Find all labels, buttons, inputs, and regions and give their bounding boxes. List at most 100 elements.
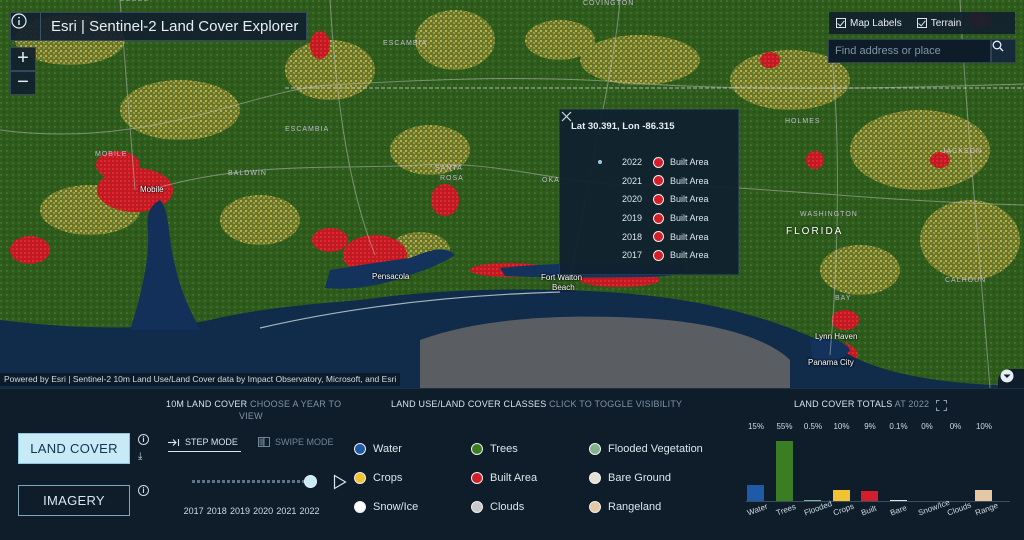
legend-rangeland[interactable]: Rangeland (589, 501, 661, 513)
zoom-in-button[interactable]: + (10, 47, 36, 71)
bar-built[interactable] (861, 491, 878, 501)
clouds-swatch-icon (471, 501, 483, 513)
legend-built-area[interactable]: Built Area (471, 472, 537, 484)
identify-popup: Lat 30.391, Lon -86.315 2022 Built Area … (559, 109, 739, 275)
year-tick[interactable]: 2021 (275, 506, 298, 516)
popup-year: 2019 (622, 213, 643, 224)
popup-year: 2020 (622, 194, 643, 205)
year-tick[interactable]: 2018 (205, 506, 228, 516)
year-tick[interactable]: 2019 (228, 506, 251, 516)
download-icon[interactable]: ⤓ (138, 451, 142, 462)
year-tick[interactable]: 2022 (298, 506, 321, 516)
city-mobile: Mobile (140, 185, 164, 194)
search-button[interactable] (991, 39, 1016, 63)
chart-baseline (746, 501, 1010, 502)
bare-ground-swatch-icon (589, 472, 601, 484)
crops-swatch-icon (354, 472, 366, 484)
bar-value-label: 0.1% (889, 422, 908, 431)
popup-class: Built Area (670, 175, 709, 186)
year-tick-labels: 2017 2018 2019 2020 2021 2022 (182, 506, 321, 516)
popup-row: 2017 Built Area (560, 246, 740, 265)
legend-clouds[interactable]: Clouds (471, 501, 524, 513)
chevron-down-icon (1000, 369, 1014, 383)
bar-value-label: 0% (921, 422, 933, 431)
legend-crops[interactable]: Crops (354, 472, 402, 484)
map-attribution: Powered by Esri | Sentinel-2 10m Land Us… (0, 373, 401, 386)
place-bay: BAY (835, 295, 852, 302)
legend-trees[interactable]: Trees (471, 443, 518, 455)
place-mobile-county: MOBILE (95, 151, 128, 158)
step-mode-tab[interactable]: STEP MODE (168, 437, 241, 452)
bar-bare[interactable] (889, 499, 907, 501)
bar-value-label: 55% (776, 422, 793, 431)
swipe-mode-tab[interactable]: SWIPE MODE (258, 437, 334, 447)
legend-bare-ground[interactable]: Bare Ground (589, 472, 671, 484)
bar-flooded[interactable] (804, 499, 821, 501)
year-section-label: 10M LAND COVER CHOOSE A YEAR TO (166, 399, 342, 409)
imagery-button[interactable]: IMAGERY (18, 485, 130, 516)
water-swatch-icon (354, 443, 366, 455)
land-cover-info-icon[interactable]: i (138, 434, 149, 445)
map-labels-toggle[interactable]: Map Labels (836, 18, 902, 29)
bar-category-label: Built (860, 503, 878, 518)
bar-category-label: Bare (888, 503, 908, 518)
imagery-info-icon[interactable]: i (138, 485, 149, 496)
selected-year-indicator (598, 160, 610, 165)
collapse-panel-button[interactable] (998, 369, 1024, 388)
popup-row: 2018 Built Area (560, 227, 740, 246)
place-baldwin: BALDWIN (228, 170, 267, 177)
bar-category-label: Water (746, 501, 769, 518)
popup-class: Built Area (670, 213, 709, 224)
place-holmes: HOLMES (785, 118, 821, 125)
map-labels-label: Map Labels (850, 17, 902, 29)
about-button[interactable] (11, 13, 41, 40)
land-cover-map[interactable]: COVINGTON ESCAMBIA ESCAMBIA MOBILE BALDW… (0, 0, 1024, 388)
app-header: Esri | Sentinel-2 Land Cover Explorer (10, 12, 308, 41)
place-santa: SANTA (435, 165, 463, 172)
bar-value-label: 0% (949, 422, 962, 431)
map-layer-toggles: Map Labels Terrain (829, 12, 1015, 34)
step-arrow-icon (168, 438, 180, 446)
popup-class: Built Area (670, 194, 709, 205)
popup-year: 2021 (622, 175, 643, 186)
flooded-vegetation-swatch-icon (589, 443, 601, 455)
legend-water[interactable]: Water (354, 443, 402, 455)
bar-trees[interactable] (775, 441, 793, 501)
bar-range[interactable] (975, 490, 992, 501)
close-icon[interactable] (560, 110, 573, 123)
built-area-swatch-icon (653, 212, 664, 224)
legend-flooded-vegetation[interactable]: Flooded Vegetation (589, 443, 703, 455)
built-area-swatch-icon (653, 193, 664, 205)
info-icon (11, 13, 27, 29)
popup-history-list: 2022 Built Area 2021 Built Area 2020 Bui… (560, 153, 740, 265)
popup-class: Built Area (670, 231, 709, 242)
popup-row: 2019 Built Area (560, 209, 740, 228)
popup-row: 2021 Built Area (560, 172, 740, 191)
city-lynn-haven: Lynn Haven (815, 332, 858, 341)
year-tick[interactable]: 2020 (252, 506, 275, 516)
year-slider-thumb[interactable] (304, 475, 317, 488)
land-cover-button[interactable]: LAND COVER (18, 433, 130, 464)
state-florida: FLORIDA (786, 226, 844, 237)
popup-class: Built Area (670, 157, 709, 168)
zoom-out-button[interactable]: − (10, 71, 36, 95)
bar-water[interactable] (747, 484, 764, 501)
checkbox-checked-icon (836, 18, 846, 28)
swipe-icon (258, 437, 270, 447)
built-area-swatch-icon (653, 175, 664, 187)
legend-snow-ice[interactable]: Snow/Ice (354, 501, 418, 513)
year-slider-track[interactable] (192, 480, 312, 483)
app-title: Esri | Sentinel-2 Land Cover Explorer (51, 18, 299, 35)
play-icon[interactable] (333, 474, 347, 490)
snow-ice-swatch-icon (354, 501, 366, 513)
year-tick[interactable]: 2017 (182, 506, 205, 516)
popup-title: Lat 30.391, Lon -86.315 (571, 121, 675, 132)
terrain-toggle[interactable]: Terrain (916, 18, 961, 29)
built-area-swatch-icon (653, 249, 664, 261)
place-washington: WASHINGTON (800, 211, 858, 218)
city-pensacola: Pensacola (372, 272, 410, 281)
popup-row: 2020 Built Area (560, 190, 740, 209)
place-rosa: ROSA (440, 175, 464, 182)
search-input[interactable] (828, 39, 991, 63)
bar-crops[interactable] (832, 490, 850, 501)
